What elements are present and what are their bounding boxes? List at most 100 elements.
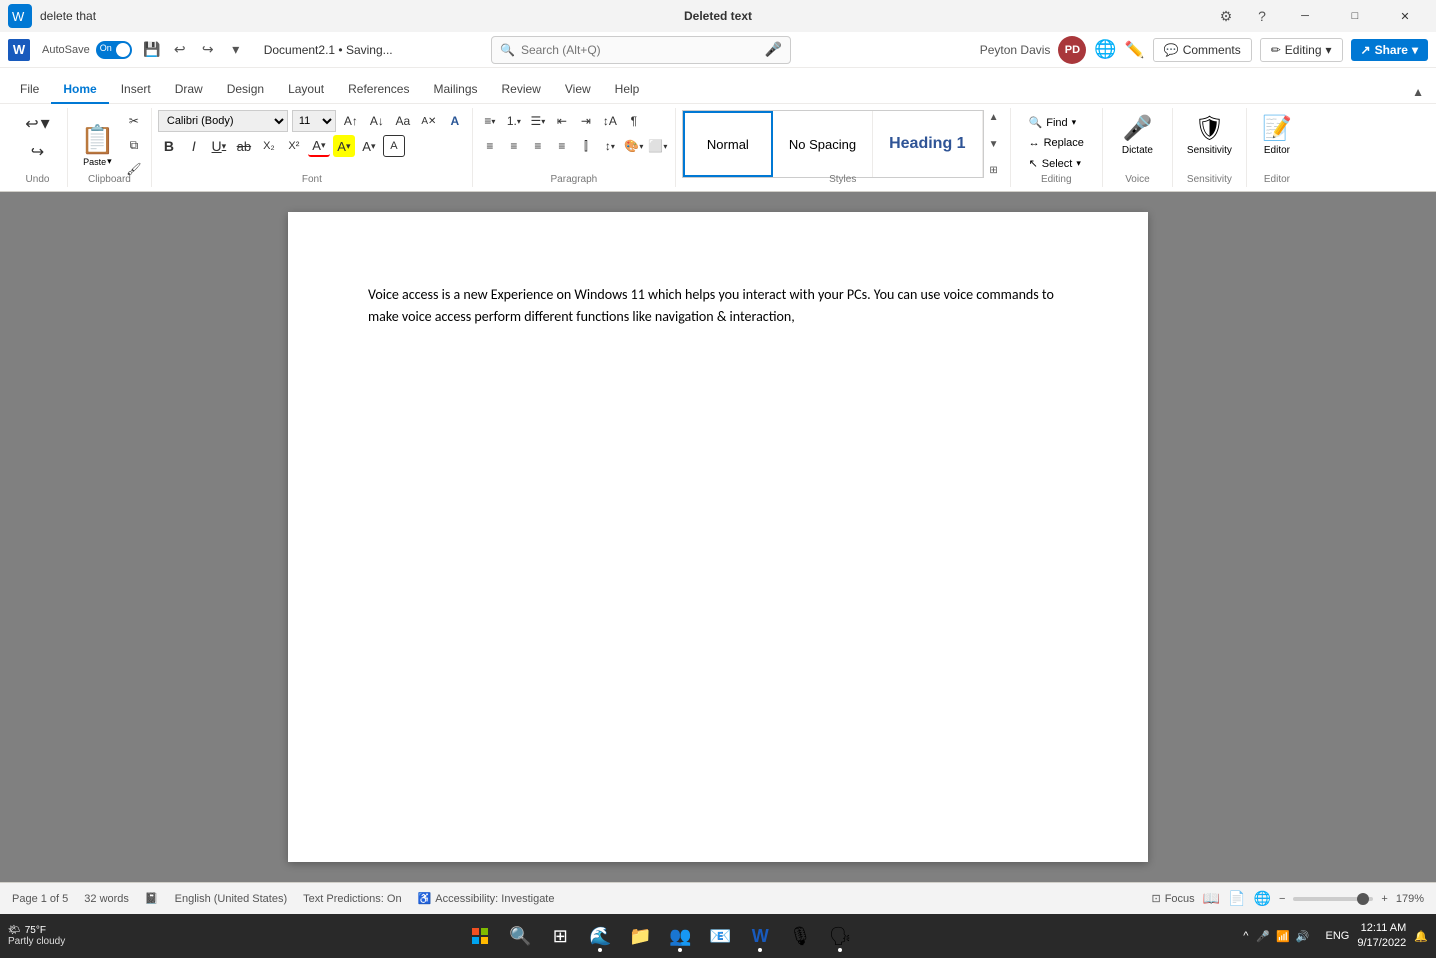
tab-file[interactable]: File <box>8 76 51 104</box>
copy-button[interactable]: ⧉ <box>123 134 145 156</box>
shading-para-button[interactable]: 🎨▾ <box>623 135 645 157</box>
align-right-button[interactable]: ≡ <box>527 135 549 157</box>
editing-mode-button[interactable]: ✏ Editing ▾ <box>1260 38 1343 62</box>
highlight-color-button[interactable]: A▾ <box>333 135 355 157</box>
zoom-out-button[interactable]: − <box>1279 893 1285 905</box>
settings-icon[interactable]: ⚙ <box>1210 0 1242 32</box>
strikethrough-button[interactable]: ab <box>233 135 255 157</box>
font-size-select[interactable]: 11 <box>292 110 336 132</box>
minimize-button[interactable]: ─ <box>1282 0 1328 32</box>
word-count[interactable]: 32 words <box>84 893 129 905</box>
page-info[interactable]: Page 1 of 5 <box>12 893 68 905</box>
justify-button[interactable]: ≡ <box>551 135 573 157</box>
tab-home[interactable]: Home <box>51 76 108 104</box>
tab-review[interactable]: Review <box>490 76 553 104</box>
font-face-select[interactable]: Calibri (Body) <box>158 110 288 132</box>
superscript-button[interactable]: X² <box>283 135 305 157</box>
web-layout-button[interactable]: 🌐 <box>1254 890 1271 907</box>
cut-button[interactable]: ✂ <box>123 110 145 132</box>
autosave-toggle[interactable] <box>96 41 132 59</box>
pen-icon[interactable]: ✏️ <box>1125 40 1145 60</box>
taskbar-explorer[interactable]: 📁 <box>622 918 658 954</box>
zoom-level[interactable]: 179% <box>1396 893 1424 905</box>
language-tray[interactable]: ENG <box>1326 930 1350 942</box>
taskbar-edge[interactable]: 🌊 <box>582 918 618 954</box>
replace-button[interactable]: ↔ Replace <box>1025 135 1088 151</box>
shading-button[interactable]: A▾ <box>358 135 380 157</box>
focus-button[interactable]: ⊡ Focus <box>1151 892 1194 905</box>
mic-tray-icon[interactable]: 🎤 <box>1256 930 1270 943</box>
increase-indent-button[interactable]: ⇥ <box>575 110 597 132</box>
sensitivity-button[interactable]: 🛡 Sensitivity <box>1179 110 1240 160</box>
maximize-button[interactable]: □ <box>1332 0 1378 32</box>
language-indicator[interactable]: English (United States) <box>175 893 288 905</box>
bold-button[interactable]: B <box>158 135 180 157</box>
customize-qa-icon[interactable]: ▾ <box>224 38 248 62</box>
print-layout-button[interactable]: 📄 <box>1228 890 1245 907</box>
taskbar-cortana[interactable]: 🎙 <box>782 918 818 954</box>
subscript-button[interactable]: X₂ <box>258 135 280 157</box>
close-button[interactable]: ✕ <box>1382 0 1428 32</box>
redo-button[interactable]: ↪ <box>22 139 52 165</box>
tab-view[interactable]: View <box>553 76 603 104</box>
tab-layout[interactable]: Layout <box>276 76 336 104</box>
redo-icon[interactable]: ↪ <box>196 38 220 62</box>
increase-font-button[interactable]: A↑ <box>340 110 362 132</box>
line-spacing-button[interactable]: ↕▾ <box>599 135 621 157</box>
tab-help[interactable]: Help <box>603 76 652 104</box>
sort-button[interactable]: ↕A <box>599 110 621 132</box>
editor-button[interactable]: 📝 Editor <box>1254 110 1300 160</box>
zoom-slider[interactable] <box>1293 897 1373 901</box>
search-box[interactable]: 🔍 🎤 <box>491 36 791 64</box>
styles-scroll-up[interactable]: ▲ <box>986 112 1002 123</box>
find-button[interactable]: 🔍 Find ▾ <box>1025 114 1088 131</box>
taskbar-voice-access[interactable]: 🗣 <box>822 918 858 954</box>
align-center-button[interactable]: ≡ <box>503 135 525 157</box>
search-input[interactable] <box>521 43 759 57</box>
show-hidden-icons-button[interactable]: ^ <box>1243 930 1248 942</box>
tab-draw[interactable]: Draw <box>163 76 215 104</box>
columns-button[interactable]: ⫿ <box>575 135 597 157</box>
network-icon[interactable]: 📶 <box>1276 930 1290 943</box>
text-predictions[interactable]: Text Predictions: On <box>303 893 401 905</box>
system-clock[interactable]: 12:11 AM 9/17/2022 <box>1357 921 1406 952</box>
mic-search-icon[interactable]: 🎤 <box>765 41 782 58</box>
share-button[interactable]: ↗ Share ▾ <box>1351 39 1428 61</box>
undo-icon[interactable]: ↩ <box>168 38 192 62</box>
font-color-button[interactable]: A▾ <box>308 135 330 157</box>
multilevel-list-button[interactable]: ☰▾ <box>527 110 549 132</box>
save-icon[interactable]: 💾 <box>140 38 164 62</box>
accessibility-checker[interactable]: ♿ Accessibility: Investigate <box>418 892 555 905</box>
char-border-button[interactable]: A <box>383 135 405 157</box>
document-content[interactable]: Voice access is a new Experience on Wind… <box>368 284 1068 329</box>
globe-icon[interactable]: 🌐 <box>1094 39 1116 60</box>
show-hide-button[interactable]: ¶ <box>623 110 645 132</box>
notification-button[interactable]: 🔔 <box>1414 930 1428 943</box>
tab-insert[interactable]: Insert <box>109 76 163 104</box>
style-normal[interactable]: Normal <box>683 111 773 177</box>
align-left-button[interactable]: ≡ <box>479 135 501 157</box>
user-avatar[interactable]: PD <box>1058 36 1086 64</box>
weather-widget[interactable]: 🌤 75°F Partly cloudy <box>8 925 65 947</box>
change-case-button[interactable]: Aa <box>392 110 414 132</box>
document-page[interactable]: Voice access is a new Experience on Wind… <box>288 212 1148 862</box>
taskbar-search-button[interactable]: 🔍 <box>502 918 538 954</box>
numbering-button[interactable]: 1.▾ <box>503 110 525 132</box>
bullets-button[interactable]: ≡▾ <box>479 110 501 132</box>
text-effects-button[interactable]: A <box>444 110 466 132</box>
italic-button[interactable]: I <box>183 135 205 157</box>
borders-button[interactable]: ⬜▾ <box>647 135 669 157</box>
style-no-spacing[interactable]: No Spacing <box>773 111 873 177</box>
undo-button[interactable]: ↩ ▾ <box>20 110 54 137</box>
taskbar-outlook[interactable]: 📧 <box>702 918 738 954</box>
select-button[interactable]: ↖ Select ▾ <box>1025 155 1088 172</box>
style-heading1[interactable]: Heading 1 <box>873 111 982 177</box>
document-paragraph[interactable]: Voice access is a new Experience on Wind… <box>368 284 1068 329</box>
volume-icon[interactable]: 🔊 <box>1296 930 1310 943</box>
notes-icon[interactable]: 📓 <box>145 892 159 905</box>
taskbar-word[interactable]: W <box>742 918 778 954</box>
taskbar-start-button[interactable] <box>462 918 498 954</box>
taskbar-task-view[interactable]: ⊞ <box>542 918 578 954</box>
tab-references[interactable]: References <box>336 76 421 104</box>
styles-scroll-down[interactable]: ▼ <box>986 139 1002 150</box>
